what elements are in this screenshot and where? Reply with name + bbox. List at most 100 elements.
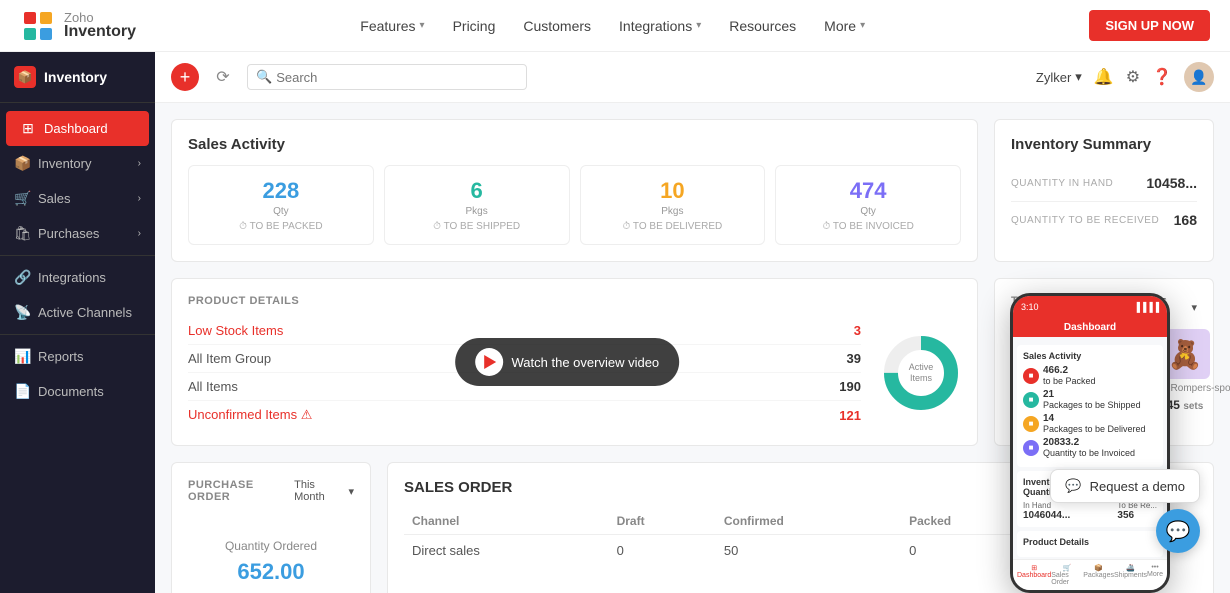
chat-icon: 💬 — [1166, 519, 1191, 544]
search-icon: 🔍 — [256, 69, 272, 85]
top-nav: Zoho Inventory Features ▾ Pricing Custom… — [0, 0, 1230, 52]
po-qty-label: Quantity Ordered — [188, 539, 354, 553]
sidebar-item-sales[interactable]: 🛒 Sales › — [0, 181, 155, 216]
ts-item-2-unit: sets — [1183, 401, 1203, 412]
shipped-sub: ⏱ TO BE SHIPPED — [397, 221, 557, 232]
nav-features[interactable]: Features ▾ — [348, 12, 436, 40]
nav-integrations[interactable]: Integrations ▾ — [607, 12, 713, 40]
phone-stat-packed: ■ 466.2 to be Packed — [1023, 365, 1157, 386]
sidebar-label-dashboard: Dashboard — [44, 121, 108, 136]
allgroup-val: 39 — [847, 351, 861, 366]
dashboard-icon: ⊞ — [20, 120, 36, 137]
chat-fab-button[interactable]: 💬 — [1156, 509, 1200, 553]
stat-cards: 228 Qty ⏱ TO BE PACKED 6 Pkgs ⏱ TO BE SH… — [188, 165, 961, 245]
so-cell-confirmed: 50 — [716, 535, 901, 567]
inv-row-hand: QUANTITY IN HAND 10458... — [1011, 165, 1197, 202]
so-cell-channel: Direct sales — [404, 535, 609, 567]
username-button[interactable]: Zylker ▾ — [1036, 69, 1082, 85]
sidebar-item-reports[interactable]: 📊 Reports — [0, 339, 155, 374]
allgroup-label: All Item Group — [188, 351, 271, 366]
po-qty-value: 652.00 — [188, 559, 354, 585]
inv-receive-val: 168 — [1174, 212, 1197, 228]
sidebar: 📦 Inventory ⊞ Dashboard 📦 Inventory › 🛒 … — [0, 52, 155, 593]
phone-nav-shipments-icon: 🚢 — [1126, 564, 1135, 572]
help-icon[interactable]: ❓ — [1152, 67, 1172, 87]
phone-delivered-dot: ■ — [1023, 416, 1039, 432]
phone-nav-sales-label: Sales Order — [1051, 572, 1083, 586]
search-input[interactable] — [276, 70, 518, 85]
add-button[interactable]: + — [171, 63, 199, 91]
nav-customers[interactable]: Customers — [511, 12, 603, 40]
product-details-title: PRODUCT DETAILS — [188, 295, 961, 307]
phone-nav-more[interactable]: ••• More — [1147, 564, 1163, 586]
shipped-label: Pkgs — [397, 206, 557, 217]
phone-dash-title: Dashboard — [1019, 322, 1161, 333]
sidebar-item-integrations[interactable]: 🔗 Integrations — [0, 260, 155, 295]
phone-screen: 3:10 ▐▐▐▐ Dashboard Sales Activity ■ 466… — [1013, 296, 1167, 590]
phone-nav-packages[interactable]: 📦 Packages — [1083, 564, 1114, 586]
nav-resources[interactable]: Resources — [717, 12, 808, 40]
dashboard-row-1: Sales Activity 228 Qty ⏱ TO BE PACKED 6 … — [171, 119, 1214, 262]
so-cell-draft: 0 — [609, 535, 716, 567]
integrations-icon: 🔗 — [14, 269, 30, 286]
stat-card-invoiced: 474 Qty ⏱ TO BE INVOICED — [775, 165, 961, 245]
sidebar-label-sales: Sales — [38, 191, 71, 206]
topbar-right: Zylker ▾ 🔔 ⚙ ❓ 👤 — [1036, 62, 1214, 92]
phone-delivered-text: Packages to be Delivered — [1043, 424, 1146, 434]
phone-nav-sales-icon: 🛒 — [1063, 564, 1072, 572]
sidebar-item-active-channels[interactable]: 📡 Active Channels — [0, 295, 155, 330]
request-demo-button[interactable]: 💬 Request a demo — [1050, 469, 1200, 503]
play-button[interactable] — [476, 348, 504, 376]
purchases-chevron-icon: › — [138, 228, 141, 239]
phone-nav-more-label: More — [1147, 571, 1163, 578]
sidebar-item-dashboard[interactable]: ⊞ Dashboard — [6, 111, 149, 146]
nav-links: Features ▾ Pricing Customers Integration… — [348, 12, 877, 40]
settings-icon[interactable]: ⚙ — [1126, 67, 1140, 87]
so-col-draft: Draft — [609, 508, 716, 535]
inv-hand-key: QUANTITY IN HAND — [1011, 178, 1113, 189]
phone-stat-shipped: ■ 21 Packages to be Shipped — [1023, 389, 1157, 410]
logo[interactable]: Zoho Inventory — [20, 8, 136, 44]
video-overlay[interactable]: Watch the overview video — [456, 338, 680, 386]
nav-pricing[interactable]: Pricing — [441, 12, 508, 40]
lowstock-val: 3 — [854, 323, 861, 338]
phone-nav-shipments[interactable]: 🚢 Shipments — [1114, 564, 1147, 586]
phone-statusbar: 3:10 ▐▐▐▐ — [1013, 296, 1167, 318]
avatar[interactable]: 👤 — [1184, 62, 1214, 92]
phone-nav-sales[interactable]: 🛒 Sales Order — [1051, 564, 1083, 586]
phone-inv-receive: To Be Re... 356 — [1117, 501, 1157, 521]
sales-activity-title: Sales Activity — [188, 136, 961, 153]
play-icon — [485, 355, 497, 369]
po-filter[interactable]: This Month ▾ — [294, 479, 354, 503]
search-bar[interactable]: 🔍 — [247, 64, 527, 90]
phone-inv-hand-val: 1046044... — [1023, 510, 1070, 521]
invoiced-label: Qty — [788, 206, 948, 217]
so-col-channel: Channel — [404, 508, 609, 535]
phone-nav-dashboard-label: Dashboard — [1017, 572, 1051, 579]
phone-nav-dashboard[interactable]: ⊞ Dashboard — [1017, 564, 1051, 586]
sidebar-item-documents[interactable]: 📄 Documents — [0, 374, 155, 409]
phone-invoiced-text: Quantity to be Invoiced — [1043, 448, 1135, 458]
phone-inv-row: In Hand 1046044... To Be Re... 356 — [1023, 501, 1157, 521]
sales-chevron-icon: › — [138, 193, 141, 204]
phone-sales-title: Sales Activity — [1023, 351, 1157, 361]
shipped-value: 6 — [397, 178, 557, 204]
sidebar-item-purchases[interactable]: 🛍 Purchases › — [0, 216, 155, 251]
product-details-widget: PRODUCT DETAILS Low Stock Items 3 All It… — [171, 278, 978, 446]
phone-inv-receive-val: 356 — [1117, 510, 1157, 521]
phone-packed-dot: ■ — [1023, 368, 1039, 384]
phone-shipped-val: 21 — [1043, 389, 1141, 400]
stat-card-packed: 228 Qty ⏱ TO BE PACKED — [188, 165, 374, 245]
video-label: Watch the overview video — [512, 355, 660, 370]
sidebar-brand-icon: 📦 — [14, 66, 36, 88]
pd-row-unconfirmed: Unconfirmed Items ⚠ 121 — [188, 401, 861, 429]
signup-button[interactable]: SIGN UP NOW — [1089, 10, 1210, 41]
sales-activity-widget: Sales Activity 228 Qty ⏱ TO BE PACKED 6 … — [171, 119, 978, 262]
phone-shipped-dot: ■ — [1023, 392, 1039, 408]
notifications-icon[interactable]: 🔔 — [1094, 67, 1114, 87]
nav-more[interactable]: More ▾ — [812, 12, 877, 40]
history-button[interactable]: ⟳ — [209, 63, 237, 91]
phone-nav-packages-label: Packages — [1083, 572, 1114, 579]
stat-card-delivered: 10 Pkgs ⏱ TO BE DELIVERED — [580, 165, 766, 245]
sidebar-item-inventory[interactable]: 📦 Inventory › — [0, 146, 155, 181]
